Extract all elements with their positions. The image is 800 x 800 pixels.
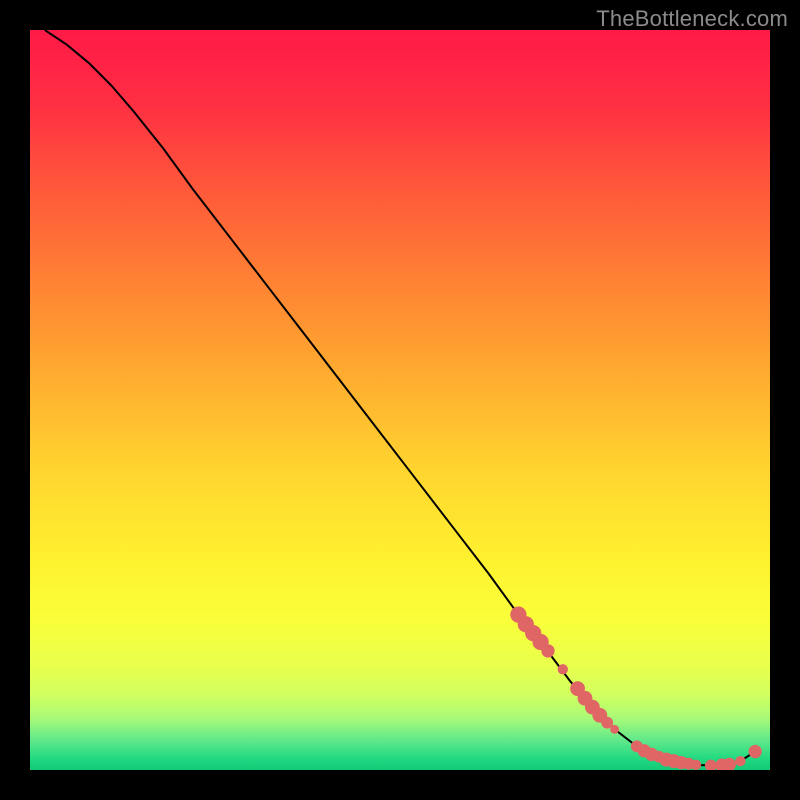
chart-plot-area bbox=[30, 30, 770, 770]
curve-marker bbox=[749, 745, 762, 758]
curve-marker bbox=[610, 725, 619, 734]
watermark-text: TheBottleneck.com bbox=[596, 6, 788, 32]
chart-svg bbox=[30, 30, 770, 770]
curve-marker bbox=[558, 664, 568, 674]
curve-marker bbox=[735, 756, 745, 766]
chart-stage: TheBottleneck.com bbox=[0, 0, 800, 800]
chart-background bbox=[30, 30, 770, 770]
curve-marker bbox=[691, 760, 701, 770]
curve-marker bbox=[541, 644, 554, 657]
